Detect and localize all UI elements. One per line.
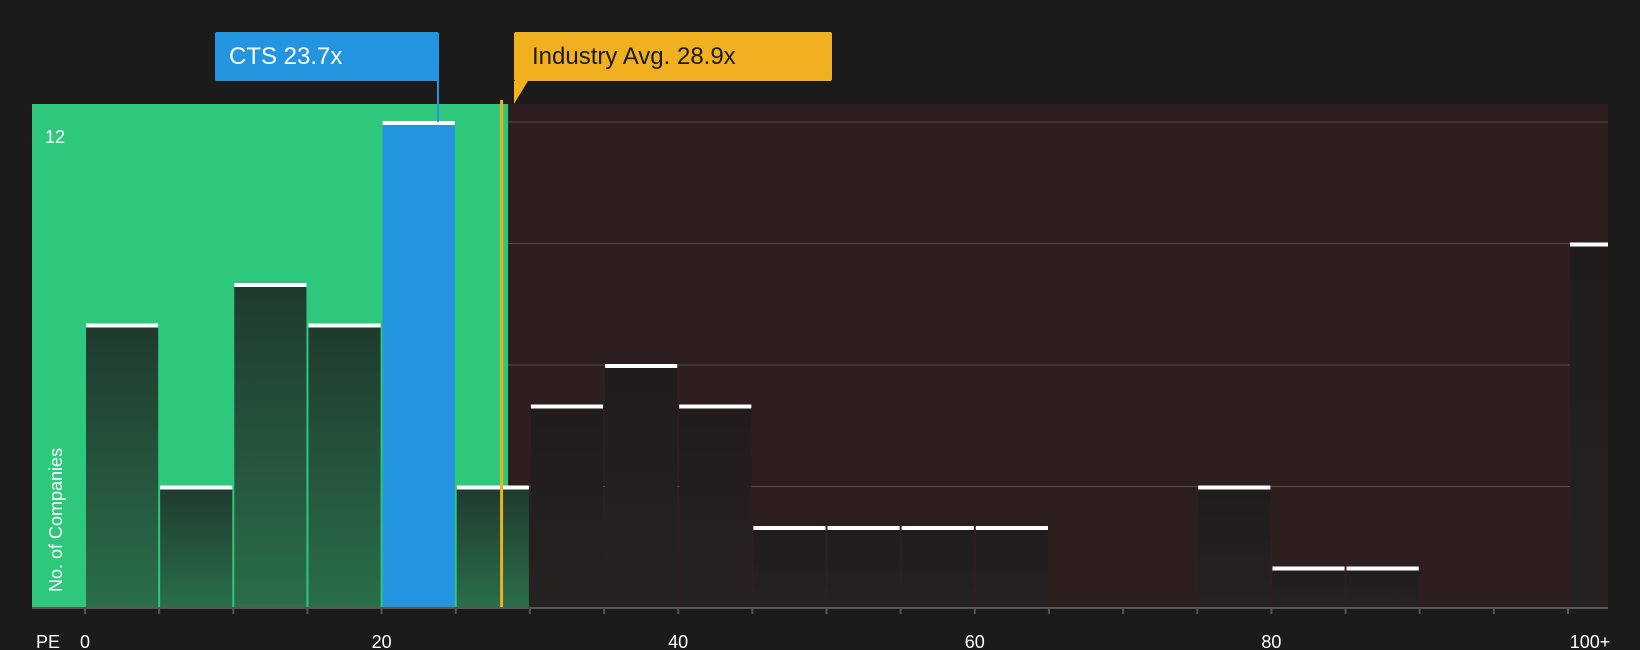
- pe-histogram-chart: 0 20 40 60 80 100+ PE 12 No. of Companies CTS 23…: [32, 32, 1611, 650]
- industry-callout-label: Industry Avg. 28.9x: [532, 43, 736, 70]
- bar-cap-100: [1570, 242, 1608, 247]
- bar-75-80: [1198, 486, 1271, 608]
- bar-cap-35: [605, 364, 678, 368]
- bar-55-60: [901, 527, 974, 608]
- x-tick-label-80: 80: [1261, 632, 1281, 650]
- x-tick-label-0: 0: [80, 632, 90, 650]
- x-tick-label-40: 40: [668, 632, 688, 650]
- bar-0-5: [86, 324, 159, 608]
- bar-85-90: [1346, 567, 1419, 608]
- bar-cap-25: [456, 485, 529, 490]
- bar-cap-80: [1272, 566, 1345, 571]
- bar-cap-50: [827, 526, 900, 530]
- bar-10-15: [234, 284, 307, 608]
- bar-cap-0: [86, 323, 159, 328]
- bar-35-40: [605, 365, 678, 608]
- bar-60-65: [975, 527, 1048, 608]
- bar-cap-30: [530, 404, 604, 409]
- bar-cap-20: [382, 121, 455, 125]
- industry-average-line: [500, 100, 504, 608]
- industry-callout-pointer: [514, 81, 528, 104]
- bar-5-10: [160, 486, 233, 608]
- bar-80-85: [1272, 567, 1345, 608]
- bar-cap-40: [679, 404, 752, 409]
- bar-40-45: [679, 405, 752, 608]
- bar-15-20: [308, 324, 381, 608]
- bar-cap-45: [753, 526, 826, 530]
- company-callout-label: CTS 23.7x: [229, 43, 342, 70]
- bar-45-50: [753, 527, 826, 608]
- bar-cap-85: [1346, 566, 1419, 571]
- company-marker-line: [437, 80, 439, 122]
- bar-cap-15: [308, 323, 381, 328]
- x-axis-label: PE: [36, 632, 60, 650]
- bar-cap-60: [975, 526, 1048, 530]
- bar-cap-10: [234, 283, 307, 287]
- y-axis-label: No. of Companies: [46, 448, 66, 592]
- bar-25-30: [456, 486, 529, 608]
- bar-cap-5: [160, 485, 233, 490]
- x-tick-label-60: 60: [965, 632, 985, 650]
- x-tick-label-20: 20: [372, 632, 392, 650]
- bar-company-bin: [382, 122, 455, 608]
- y-tick-label-12: 12: [45, 127, 65, 147]
- x-tick-label-100+: 100+: [1570, 632, 1611, 650]
- bar-100-105: [1570, 243, 1608, 608]
- bar-cap-75: [1198, 485, 1271, 490]
- bar-30-35: [530, 405, 604, 608]
- bar-50-55: [827, 527, 900, 608]
- bar-cap-55: [901, 526, 974, 530]
